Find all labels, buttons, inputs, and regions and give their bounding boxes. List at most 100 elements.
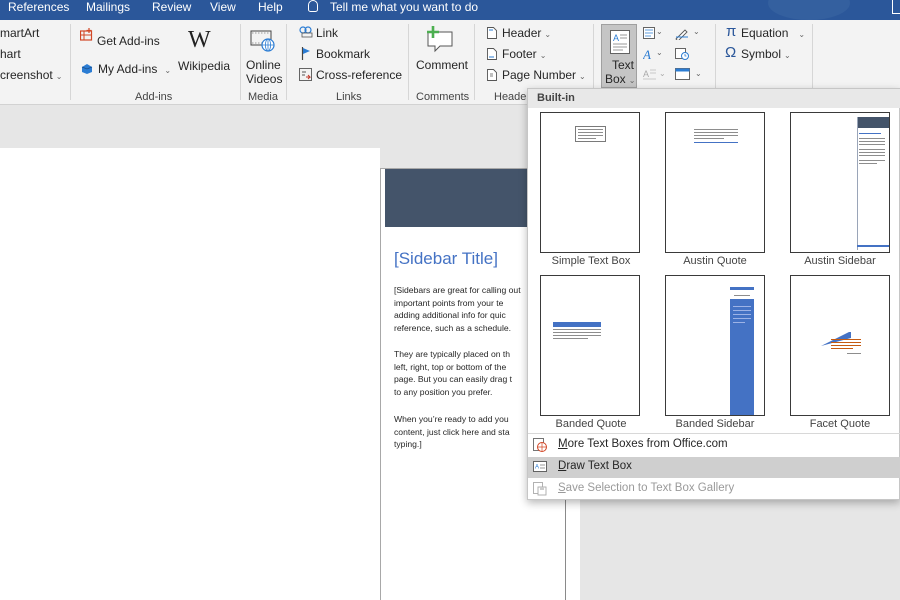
gallery-banded-sidebar[interactable] <box>665 275 765 416</box>
equation-button[interactable]: Equation ⌄ <box>741 26 805 42</box>
text-box-button[interactable]: A Text Box ⌄ <box>601 24 637 88</box>
bookmark-button[interactable]: Bookmark <box>316 47 370 61</box>
symbol-button[interactable]: Symbol ⌄ <box>741 47 791 63</box>
screenshot-label: creenshot <box>0 68 53 82</box>
signature-line-icon[interactable] <box>675 26 689 42</box>
mini-line <box>859 152 885 153</box>
chart-button[interactable]: hart <box>0 47 21 61</box>
sidebar-paragraph-3[interactable]: When you’re ready to add you content, ju… <box>394 413 544 451</box>
mini-line <box>831 345 861 346</box>
text-box-label1: Text <box>612 58 635 72</box>
cross-reference-button[interactable]: Cross-reference <box>316 68 402 82</box>
mini-line <box>553 338 588 339</box>
mini-line <box>578 129 603 130</box>
header-button[interactable]: Header ⌄ <box>502 26 551 42</box>
mini-footer-rule <box>857 245 889 247</box>
symbol-label: Symbol <box>741 47 782 61</box>
mini-line <box>859 160 885 161</box>
tab-references[interactable]: References <box>8 0 69 20</box>
sidebar-paragraph-2[interactable]: They are typically placed on th left, ri… <box>394 348 544 398</box>
page-number-icon <box>487 69 497 81</box>
page-number-button[interactable]: Page Number ⌄ <box>502 68 586 84</box>
mini-band <box>730 287 754 290</box>
mini-line <box>847 353 861 354</box>
document-page-left[interactable] <box>0 148 380 600</box>
wikipedia-button[interactable]: Wikipedia <box>178 59 230 73</box>
gallery-austin-quote[interactable] <box>665 112 765 253</box>
mini-line <box>831 348 853 349</box>
addins-group-label: Add-ins <box>135 91 173 103</box>
menu-label-text: ore Text Boxes from Office.com <box>567 438 728 450</box>
ribbon-tab-bar: References Mailings Review View Help Tel… <box>0 0 900 20</box>
chevron-down-icon: ⌄ <box>579 72 586 81</box>
chevron-down-icon[interactable]: ⌄ <box>656 25 663 39</box>
group-divider <box>408 24 409 100</box>
title-bar-decoration <box>768 0 850 20</box>
mini-line <box>859 155 885 156</box>
mini-line <box>859 163 877 164</box>
screenshot-button[interactable]: creenshot ⌄ <box>0 68 62 84</box>
tab-mailings[interactable]: Mailings <box>86 0 130 20</box>
date-time-icon[interactable] <box>675 47 689 60</box>
office-online-icon <box>533 438 547 452</box>
omega-icon: Ω <box>725 44 737 61</box>
svg-text:A: A <box>643 69 649 79</box>
save-selection-item: Save Selection to Text Box Gallery <box>528 479 900 500</box>
group-divider <box>474 24 475 100</box>
online-videos-line1[interactable]: Online <box>246 58 281 72</box>
gallery-label: Austin Quote <box>683 255 747 267</box>
quick-parts-icon[interactable] <box>643 27 655 39</box>
chevron-down-icon: ⌄ <box>784 51 791 60</box>
sidebar-paragraph-1[interactable]: [Sidebars are great for calling out impo… <box>394 284 544 334</box>
chevron-down-icon[interactable]: ⌄ <box>693 25 700 39</box>
equation-icon: π <box>726 23 737 40</box>
draw-text-box-item[interactable]: A Draw Text Box <box>528 457 900 478</box>
header-label: Header <box>502 26 542 40</box>
my-addins-button[interactable]: My Add-ins ⌄ <box>98 62 171 78</box>
lightbulb-icon <box>308 0 318 12</box>
get-addins-button[interactable]: Get Add-ins <box>97 34 160 48</box>
mini-line <box>831 339 861 340</box>
chevron-down-icon[interactable]: ⌄ <box>656 46 663 60</box>
object-icon[interactable] <box>675 68 690 80</box>
mini-line <box>733 314 751 315</box>
sidebar-title[interactable]: [Sidebar Title] <box>394 249 498 269</box>
share-icon[interactable] <box>892 0 900 14</box>
wordart-icon[interactable]: A <box>642 47 655 62</box>
footer-button[interactable]: Footer ⌄ <box>502 47 546 63</box>
save-selection-icon <box>533 482 547 496</box>
bookmark-icon <box>301 47 311 60</box>
gallery-simple-text-box[interactable] <box>540 112 640 253</box>
access-key: S <box>558 482 566 494</box>
text-box-dropdown: Built-in Simple Text Box Austin Quote Au… <box>527 88 900 500</box>
online-video-icon <box>250 28 276 54</box>
smartart-button[interactable]: martArt <box>0 26 39 40</box>
tab-review[interactable]: Review <box>152 0 191 20</box>
footer-label: Footer <box>502 47 537 61</box>
chevron-down-icon: ⌄ <box>659 69 666 78</box>
my-addins-icon <box>81 63 93 75</box>
draw-text-box-icon: A <box>533 461 547 472</box>
link-button[interactable]: Link <box>316 26 338 40</box>
mini-rule <box>694 142 738 143</box>
svg-text:A: A <box>643 47 651 60</box>
chevron-down-icon[interactable]: ⌄ <box>695 67 702 81</box>
media-group-label: Media <box>248 91 278 103</box>
tell-me-label: Tell me what you want to do <box>330 0 479 14</box>
tab-help[interactable]: Help <box>258 0 283 20</box>
tab-view[interactable]: View <box>210 0 236 20</box>
gallery-austin-sidebar[interactable] <box>790 112 890 253</box>
comment-button[interactable]: Comment <box>416 58 468 72</box>
mini-line <box>694 138 724 139</box>
text-box-label2: Box ⌄ <box>605 72 635 88</box>
group-divider <box>286 24 287 100</box>
footer-icon <box>487 48 497 60</box>
tell-me-box[interactable]: Tell me what you want to do <box>308 0 478 20</box>
mini-line <box>831 342 861 343</box>
more-text-boxes-item[interactable]: More Text Boxes from Office.com <box>528 435 900 456</box>
drop-cap-icon: A <box>643 68 656 80</box>
gallery-facet-quote[interactable] <box>790 275 890 416</box>
gallery-banded-quote[interactable] <box>540 275 640 416</box>
online-videos-line2[interactable]: Videos <box>246 72 282 86</box>
mini-line <box>578 132 603 133</box>
